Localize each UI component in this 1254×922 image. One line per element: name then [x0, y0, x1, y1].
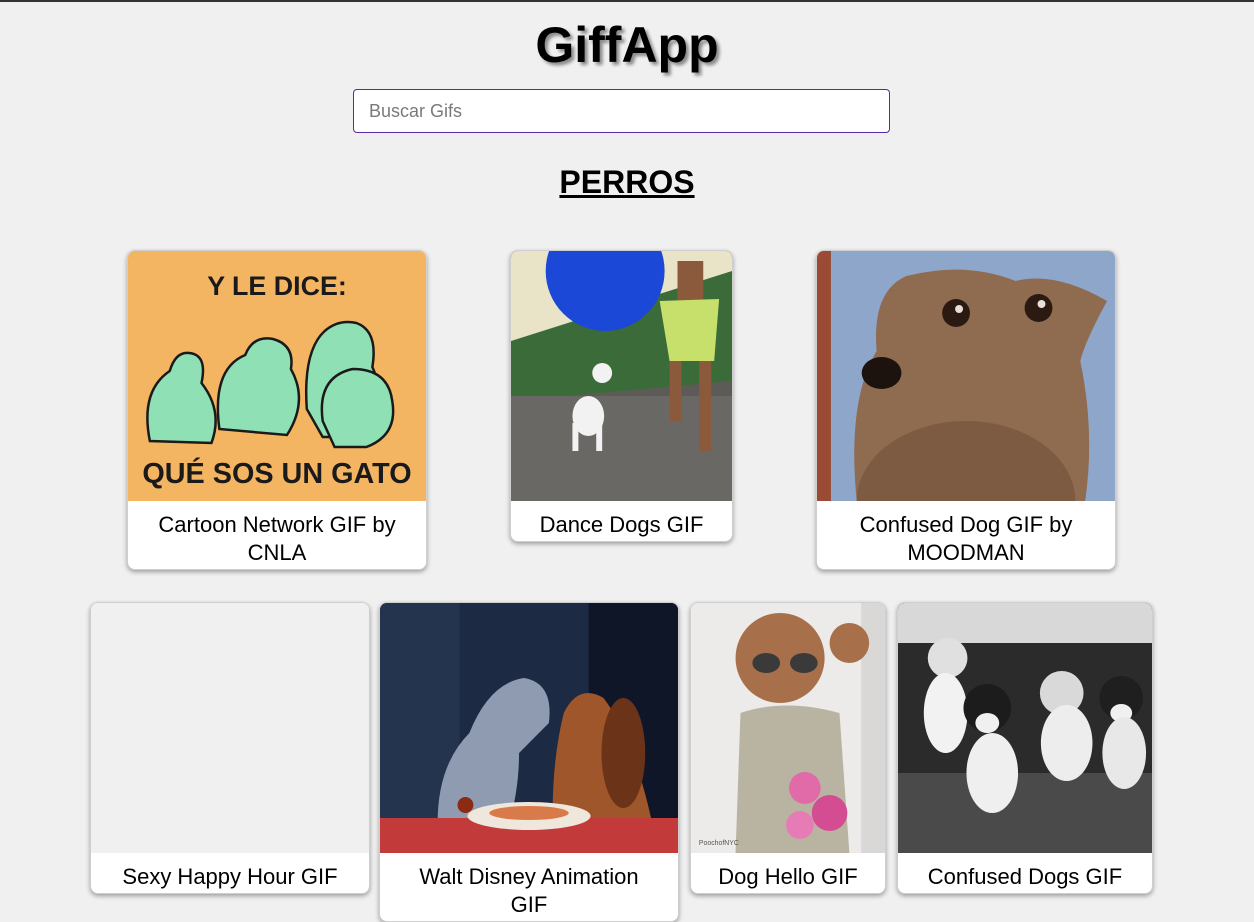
gif-card[interactable]: Confused Dogs GIF [897, 602, 1153, 894]
app-title: GiffApp [535, 17, 719, 73]
search-form [353, 89, 890, 133]
gif-card[interactable]: Y LE DICE: QUÉ SOS UN GATO Cartoon Netwo… [127, 250, 427, 570]
gif-image[interactable] [380, 603, 678, 853]
gif-image-text-bottom: QUÉ SOS UN GATO [142, 456, 411, 490]
gif-card[interactable]: Dance Dogs GIF [510, 250, 733, 542]
gif-card[interactable]: PoochofNYC Dog Hello GIF [690, 602, 886, 894]
gif-image[interactable]: PoochofNYC [691, 603, 885, 853]
window-top-border [0, 0, 1254, 2]
gif-title: Dance Dogs GIF [539, 512, 704, 537]
gif-title: Dog Hello GIF [718, 864, 858, 889]
gif-image-watermark: PoochofNYC [699, 840, 739, 847]
gif-image[interactable] [91, 603, 369, 853]
gif-image[interactable] [817, 251, 1115, 501]
gif-title: Confused Dog GIF by MOODMAN [859, 512, 1073, 565]
gif-title: Walt Disney Animation GIF [419, 864, 639, 917]
gif-title: Confused Dogs GIF [927, 864, 1123, 889]
gif-card[interactable]: Confused Dog GIF by MOODMAN [816, 250, 1116, 570]
gif-card[interactable]: Sexy Happy Hour GIF [90, 602, 370, 894]
gif-image-text-top: Y LE DICE: [207, 271, 347, 301]
search-input[interactable] [353, 89, 890, 133]
gif-card[interactable]: Walt Disney Animation GIF [379, 602, 679, 922]
gif-title: Sexy Happy Hour GIF [122, 864, 338, 889]
gif-image[interactable] [511, 251, 732, 501]
gif-title: Cartoon Network GIF by CNLA [158, 512, 396, 565]
gif-image[interactable]: Y LE DICE: QUÉ SOS UN GATO [128, 251, 426, 501]
category-title: PERROS [559, 164, 695, 200]
gif-image[interactable] [898, 603, 1152, 853]
